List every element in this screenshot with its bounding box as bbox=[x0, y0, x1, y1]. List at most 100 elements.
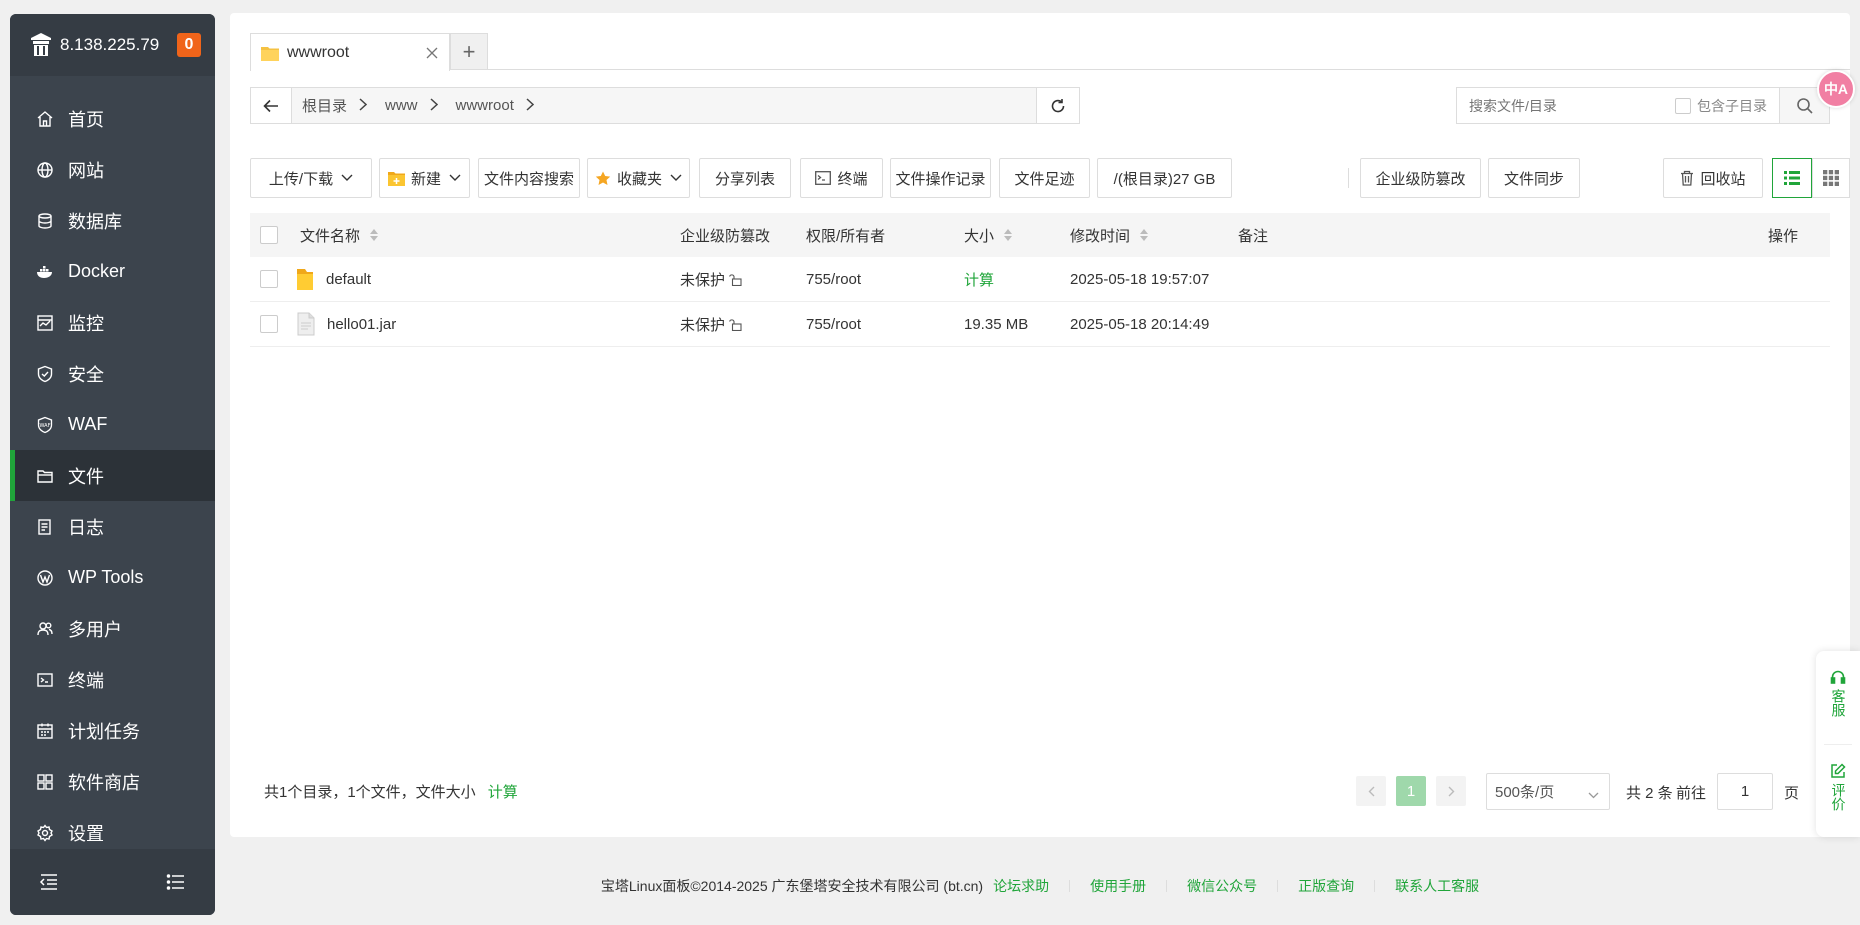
forum-help-link[interactable]: 论坛求助 bbox=[993, 876, 1049, 896]
add-tab-button[interactable]: + bbox=[450, 33, 488, 70]
sidebar-item-label: WP Tools bbox=[68, 567, 144, 587]
calculate-size-link[interactable]: 计算 bbox=[964, 269, 994, 290]
sidebar-item-label: 终端 bbox=[68, 670, 104, 691]
file-name-cell[interactable]: hello01.jar bbox=[296, 302, 396, 346]
upload-download-button[interactable]: 上传/下载 bbox=[250, 158, 372, 198]
review-button[interactable]: 评价 bbox=[1816, 763, 1860, 811]
sidebar-item-docker[interactable]: Docker bbox=[10, 246, 215, 297]
close-icon[interactable] bbox=[425, 46, 439, 60]
calendar-icon bbox=[35, 721, 55, 741]
button-label: 上传/下载 bbox=[268, 170, 334, 188]
include-subdir-checkbox[interactable] bbox=[1675, 97, 1691, 114]
favorites-button[interactable]: 收藏夹 bbox=[587, 158, 690, 198]
column-label: 大小 bbox=[964, 227, 995, 245]
table-row[interactable]: default 未保护 755/root 计算 2025-05-18 19:57… bbox=[250, 257, 1830, 302]
sort-icon bbox=[370, 229, 379, 241]
sidebar-item-wp-tools[interactable]: WP Tools bbox=[10, 552, 215, 603]
tamper-cell[interactable]: 未保护 bbox=[680, 257, 742, 301]
next-page-button[interactable] bbox=[1436, 776, 1466, 806]
sidebar-item-home[interactable]: 首页 bbox=[10, 93, 215, 144]
goto-page-input[interactable]: 1 bbox=[1717, 773, 1773, 810]
total-count: 共 2 条 bbox=[1626, 785, 1673, 802]
sidebar-item-waf[interactable]: WAF WAF bbox=[10, 399, 215, 450]
row-checkbox[interactable] bbox=[260, 270, 278, 288]
search-input[interactable] bbox=[1457, 88, 1675, 123]
column-label: 修改时间 bbox=[1070, 227, 1131, 245]
sidebar-item-terminal[interactable]: 终端 bbox=[10, 654, 215, 705]
tab-wwwroot[interactable]: wwwroot bbox=[250, 33, 450, 71]
customer-service-button[interactable]: 客服 bbox=[1816, 669, 1860, 717]
file-footprint-button[interactable]: 文件足迹 bbox=[999, 158, 1090, 198]
sidebar-item-security[interactable]: 安全 bbox=[10, 348, 215, 399]
tamper-cell[interactable]: 未保护 bbox=[680, 302, 742, 346]
license-check-link[interactable]: 正版查询 bbox=[1298, 876, 1354, 896]
operation-log-button[interactable]: 文件操作记录 bbox=[890, 158, 991, 198]
sidebar-item-label: 文件 bbox=[68, 466, 104, 487]
column-size[interactable]: 大小 bbox=[964, 213, 1013, 257]
notification-badge[interactable]: 0 bbox=[177, 33, 201, 57]
grid-view-button[interactable] bbox=[1812, 158, 1850, 198]
contact-support-link[interactable]: 联系人工客服 bbox=[1395, 876, 1479, 896]
content-search-button[interactable]: 文件内容搜索 bbox=[478, 158, 580, 198]
search-icon bbox=[1796, 97, 1813, 114]
include-subdir-toggle[interactable]: 包含子目录 bbox=[1675, 96, 1767, 116]
refresh-button[interactable] bbox=[1036, 87, 1080, 124]
sidebar-item-app-store[interactable]: 软件商店 bbox=[10, 756, 215, 807]
new-button[interactable]: 新建 bbox=[379, 158, 470, 198]
file-name[interactable]: default bbox=[326, 271, 371, 288]
file-name-cell[interactable]: default bbox=[294, 257, 371, 301]
table-row[interactable]: hello01.jar 未保护 755/root 19.35 MB 2025-0… bbox=[250, 302, 1830, 347]
tamper-status: 未保护 bbox=[680, 316, 726, 334]
column-mtime[interactable]: 修改时间 bbox=[1070, 213, 1149, 257]
file-icon bbox=[297, 312, 315, 336]
row-checkbox[interactable] bbox=[260, 315, 278, 333]
summary-text: 共1个目录，1个文件，文件大小 bbox=[264, 784, 476, 801]
terminal-button[interactable]: 终端 bbox=[800, 158, 883, 198]
sidebar-item-label: 数据库 bbox=[68, 211, 122, 232]
list-view-button[interactable] bbox=[1772, 158, 1812, 198]
sidebar-item-cron[interactable]: 计划任务 bbox=[10, 705, 215, 756]
list-view-icon bbox=[1784, 171, 1800, 185]
disk-usage-button[interactable]: /(根目录)27 GB bbox=[1097, 158, 1232, 198]
gear-icon bbox=[35, 823, 55, 843]
bt-logo-icon bbox=[28, 32, 54, 58]
prev-page-button[interactable] bbox=[1356, 776, 1386, 806]
column-name[interactable]: 文件名称 bbox=[300, 213, 379, 257]
page-number-current[interactable]: 1 bbox=[1396, 776, 1426, 806]
breadcrumb-item[interactable]: wwwroot bbox=[456, 97, 552, 114]
sidebar-item-multi-user[interactable]: 多用户 bbox=[10, 603, 215, 654]
translate-button[interactable]: 中A bbox=[1817, 70, 1855, 108]
sidebar-item-files[interactable]: 文件 bbox=[10, 450, 215, 501]
include-subdir-label: 包含子目录 bbox=[1697, 97, 1767, 114]
menu-list-icon[interactable] bbox=[165, 871, 187, 893]
breadcrumb: 根目录 www wwwroot bbox=[291, 87, 1037, 124]
share-list-button[interactable]: 分享列表 bbox=[699, 158, 791, 198]
select-all-checkbox[interactable] bbox=[260, 226, 278, 244]
sidebar-item-logs[interactable]: 日志 bbox=[10, 501, 215, 552]
wechat-link[interactable]: 微信公众号 bbox=[1187, 876, 1257, 896]
column-perm: 权限/所有者 bbox=[806, 213, 885, 257]
collapse-sidebar-icon[interactable] bbox=[38, 871, 60, 893]
server-ip: 8.138.225.79 bbox=[60, 35, 160, 54]
back-button[interactable] bbox=[250, 87, 292, 124]
permission[interactable]: 755/root bbox=[806, 316, 861, 333]
sidebar-item-database[interactable]: 数据库 bbox=[10, 195, 215, 246]
file-sync-button[interactable]: 文件同步 bbox=[1488, 158, 1580, 198]
sidebar-item-monitor[interactable]: 监控 bbox=[10, 297, 215, 348]
sidebar-item-label: 安全 bbox=[68, 364, 104, 385]
page-size-select[interactable]: 500条/页 bbox=[1486, 773, 1610, 810]
star-icon bbox=[595, 171, 611, 186]
breadcrumb-item[interactable]: www bbox=[385, 97, 456, 114]
permission[interactable]: 755/root bbox=[806, 271, 861, 288]
breadcrumb-item[interactable]: 根目录 bbox=[302, 95, 385, 116]
sidebar-menu: 首页 网站 数据库 Docker 监控 安全 WAF WAF 文件 日志 WP … bbox=[10, 93, 215, 858]
sidebar-item-website[interactable]: 网站 bbox=[10, 144, 215, 195]
pagination: 1 500条/页 共 2 条 前往 1 页 bbox=[1356, 773, 1850, 810]
file-name[interactable]: hello01.jar bbox=[327, 316, 396, 333]
calculate-size-link[interactable]: 计算 bbox=[488, 781, 518, 802]
user-manual-link[interactable]: 使用手册 bbox=[1090, 876, 1146, 896]
tamper-protect-button[interactable]: 企业级防篡改 bbox=[1360, 158, 1481, 198]
recycle-bin-button[interactable]: 回收站 bbox=[1663, 158, 1763, 198]
modified-time: 2025-05-18 19:57:07 bbox=[1070, 270, 1210, 288]
toolbar-divider bbox=[1348, 168, 1349, 188]
